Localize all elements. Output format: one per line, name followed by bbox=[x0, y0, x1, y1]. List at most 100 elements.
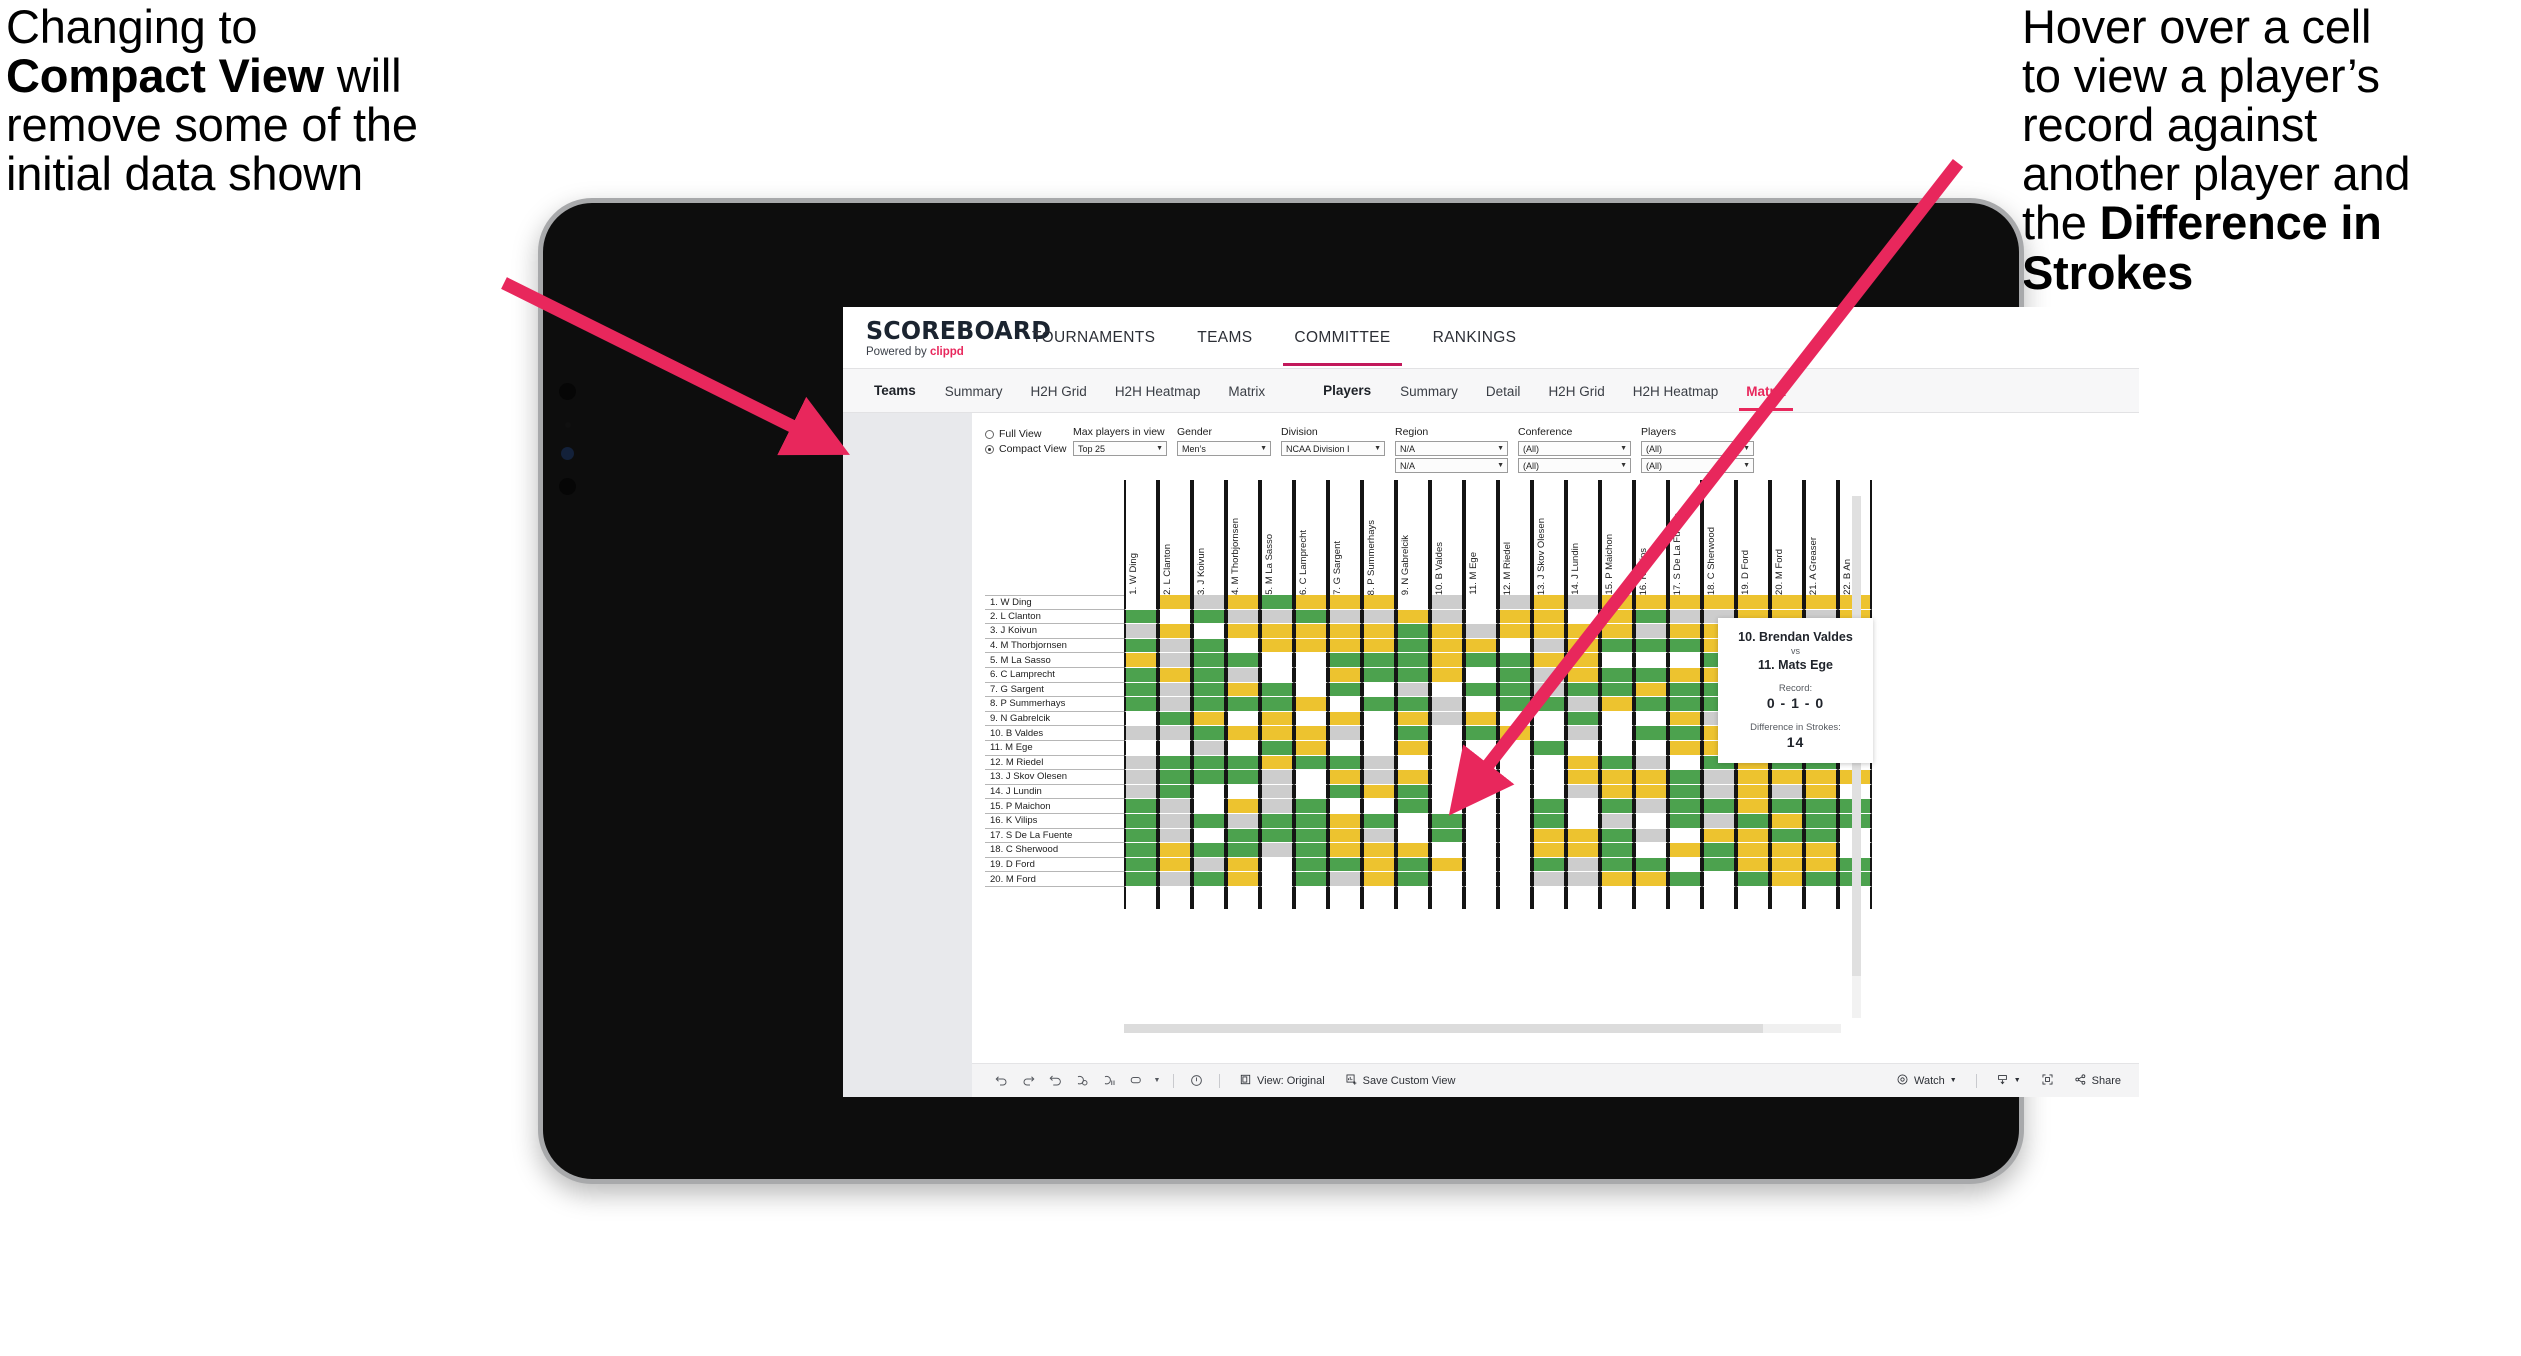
matrix-cell[interactable] bbox=[1226, 813, 1260, 829]
matrix-cell[interactable] bbox=[1226, 755, 1260, 771]
matrix-cell[interactable] bbox=[1226, 770, 1260, 785]
matrix-cell[interactable] bbox=[1124, 638, 1158, 654]
matrix-cell[interactable] bbox=[1362, 726, 1396, 741]
matrix-cell[interactable] bbox=[1464, 828, 1498, 844]
matrix-cell[interactable] bbox=[1260, 799, 1294, 814]
matrix-cell[interactable] bbox=[1566, 711, 1600, 727]
select-region-2[interactable]: N/A ▼ bbox=[1395, 458, 1508, 473]
tab-teams-summary[interactable]: Summary bbox=[931, 371, 1017, 411]
matrix-cell[interactable] bbox=[1600, 624, 1634, 639]
matrix-cell[interactable] bbox=[1158, 828, 1192, 844]
matrix-cell[interactable] bbox=[1430, 624, 1464, 639]
matrix-cell[interactable] bbox=[1634, 784, 1668, 800]
matrix-cell[interactable] bbox=[1294, 653, 1328, 668]
matrix-cell[interactable] bbox=[1192, 740, 1226, 756]
matrix-cell[interactable] bbox=[1226, 711, 1260, 727]
matrix-cell[interactable] bbox=[1158, 711, 1192, 727]
matrix-cell[interactable] bbox=[1260, 872, 1294, 887]
matrix-cell[interactable] bbox=[1464, 653, 1498, 668]
matrix-cell[interactable] bbox=[1124, 872, 1158, 887]
select-division[interactable]: NCAA Division I ▼ bbox=[1281, 441, 1385, 456]
tab-players-h2h-grid[interactable]: H2H Grid bbox=[1534, 371, 1618, 411]
matrix-cell[interactable] bbox=[1430, 609, 1464, 625]
matrix-cell[interactable] bbox=[1362, 711, 1396, 727]
matrix-cell[interactable] bbox=[1770, 799, 1804, 814]
matrix-cell[interactable] bbox=[1566, 667, 1600, 683]
matrix-cell[interactable] bbox=[1532, 857, 1566, 873]
matrix-cell[interactable] bbox=[1260, 813, 1294, 829]
matrix-cell[interactable] bbox=[1226, 609, 1260, 625]
matrix-column-header[interactable]: 2. L Clanton bbox=[1158, 480, 1192, 595]
highlight-icon[interactable] bbox=[1123, 1067, 1150, 1094]
matrix-cell[interactable] bbox=[1124, 682, 1158, 698]
matrix-cell[interactable] bbox=[1294, 624, 1328, 639]
matrix-cell[interactable] bbox=[1566, 770, 1600, 785]
matrix-cell[interactable] bbox=[1226, 638, 1260, 654]
matrix-cell[interactable] bbox=[1396, 755, 1430, 771]
matrix-cell[interactable] bbox=[1192, 843, 1226, 858]
matrix-cell[interactable] bbox=[1566, 624, 1600, 639]
matrix-cell[interactable] bbox=[1498, 711, 1532, 727]
select-region-1[interactable]: N/A ▼ bbox=[1395, 441, 1508, 456]
matrix-row-label[interactable]: 20. M Ford bbox=[985, 872, 1124, 887]
matrix-column-header[interactable]: 3. J Koivun bbox=[1192, 480, 1226, 595]
matrix-column-header[interactable]: 13. J Skov Olesen bbox=[1532, 480, 1566, 595]
matrix-cell[interactable] bbox=[1464, 784, 1498, 800]
matrix-cell[interactable] bbox=[1362, 755, 1396, 771]
matrix-cell[interactable] bbox=[1634, 624, 1668, 639]
matrix-cell[interactable] bbox=[1634, 711, 1668, 727]
view-original-button[interactable]: View: Original bbox=[1229, 1073, 1335, 1089]
matrix-cell[interactable] bbox=[1328, 770, 1362, 785]
matrix-cell[interactable] bbox=[1124, 711, 1158, 727]
matrix-cell[interactable] bbox=[1634, 595, 1668, 610]
matrix-cell[interactable] bbox=[1158, 653, 1192, 668]
matrix-cell[interactable] bbox=[1804, 843, 1838, 858]
matrix-cell[interactable] bbox=[1158, 638, 1192, 654]
matrix-cell[interactable] bbox=[1294, 799, 1328, 814]
matrix-cell[interactable] bbox=[1566, 828, 1600, 844]
matrix-cell[interactable] bbox=[1158, 740, 1192, 756]
matrix-row-label[interactable]: 13. J Skov Olesen bbox=[985, 770, 1124, 785]
matrix-cell[interactable] bbox=[1464, 857, 1498, 873]
matrix-cell[interactable] bbox=[1532, 726, 1566, 741]
matrix-column-header[interactable]: 17. S De La Fuente bbox=[1668, 480, 1702, 595]
undo-icon[interactable] bbox=[988, 1067, 1015, 1094]
brand-logo[interactable]: SCOREBOARD Powered by clippd bbox=[866, 318, 1051, 358]
matrix-cell[interactable] bbox=[1294, 595, 1328, 610]
matrix-cell[interactable] bbox=[1600, 682, 1634, 698]
matrix-cell[interactable] bbox=[1260, 638, 1294, 654]
matrix-cell[interactable] bbox=[1600, 609, 1634, 625]
matrix-cell[interactable] bbox=[1430, 697, 1464, 712]
matrix-cell[interactable] bbox=[1294, 697, 1328, 712]
matrix-cell[interactable] bbox=[1430, 740, 1464, 756]
select-max-players[interactable]: Top 25 ▼ bbox=[1073, 441, 1167, 456]
matrix-column-header[interactable]: 4. M Thorbjornsen bbox=[1226, 480, 1260, 595]
matrix-cell[interactable] bbox=[1600, 799, 1634, 814]
matrix-cell[interactable] bbox=[1600, 843, 1634, 858]
matrix-row-label[interactable]: 11. M Ege bbox=[985, 740, 1124, 756]
select-conference-1[interactable]: (All) ▼ bbox=[1518, 441, 1631, 456]
matrix-cell[interactable] bbox=[1260, 843, 1294, 858]
matrix-row-label[interactable]: 1. W Ding bbox=[985, 595, 1124, 610]
matrix-cell[interactable] bbox=[1226, 667, 1260, 683]
matrix-cell[interactable] bbox=[1770, 813, 1804, 829]
matrix-cell[interactable] bbox=[1192, 770, 1226, 785]
select-players-2[interactable]: (All) ▼ bbox=[1641, 458, 1754, 473]
matrix-cell[interactable] bbox=[1362, 682, 1396, 698]
matrix-row-label[interactable]: 7. G Sargent bbox=[985, 682, 1124, 698]
tab-players-summary[interactable]: Summary bbox=[1386, 371, 1472, 411]
matrix-cell[interactable] bbox=[1158, 755, 1192, 771]
matrix-cell[interactable] bbox=[1158, 726, 1192, 741]
matrix-cell[interactable] bbox=[1532, 711, 1566, 727]
matrix-cell[interactable] bbox=[1124, 726, 1158, 741]
matrix-cell[interactable] bbox=[1124, 784, 1158, 800]
matrix-cell[interactable] bbox=[1362, 609, 1396, 625]
matrix-cell[interactable] bbox=[1498, 755, 1532, 771]
matrix-cell[interactable] bbox=[1668, 828, 1702, 844]
matrix-row-label[interactable]: 5. M La Sasso bbox=[985, 653, 1124, 668]
matrix-cell[interactable] bbox=[1498, 872, 1532, 887]
matrix-cell[interactable] bbox=[1566, 638, 1600, 654]
matrix-cell[interactable] bbox=[1736, 828, 1770, 844]
matrix-cell[interactable] bbox=[1498, 667, 1532, 683]
matrix-cell[interactable] bbox=[1294, 638, 1328, 654]
